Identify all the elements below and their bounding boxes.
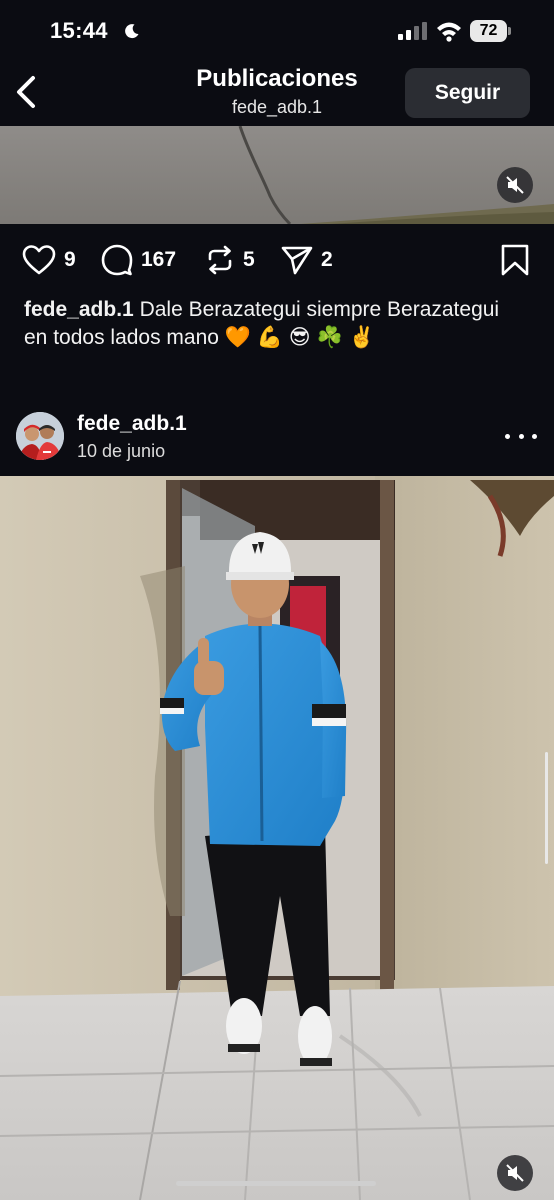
mute-toggle-button[interactable] <box>497 1155 533 1191</box>
post-date: 10 de junio <box>77 441 166 461</box>
more-options-button[interactable] <box>505 424 537 448</box>
status-time: 15:44 <box>50 18 108 43</box>
follow-button[interactable]: Seguir <box>405 68 530 118</box>
wifi-icon <box>437 22 461 42</box>
avatar[interactable] <box>16 412 64 460</box>
previous-post-media[interactable] <box>0 126 554 224</box>
cellular-signal-icon <box>398 22 427 40</box>
heart-icon <box>22 245 56 275</box>
post-actions: 9 167 5 2 <box>0 240 554 280</box>
mute-toggle-button[interactable] <box>497 167 533 203</box>
speaker-muted-icon <box>506 1164 524 1182</box>
post-photo <box>0 476 554 1200</box>
post-caption: fede_adb.1 Dale Berazategui siempre Bera… <box>24 296 524 352</box>
scroll-indicator[interactable] <box>545 752 548 864</box>
more-options-icon <box>505 433 510 439</box>
home-indicator[interactable] <box>176 1181 376 1186</box>
speaker-muted-icon <box>506 176 524 194</box>
post-username[interactable]: fede_adb.1 <box>77 412 187 436</box>
caption-username[interactable]: fede_adb.1 <box>24 298 134 321</box>
comment-icon <box>101 244 133 276</box>
battery-icon: 72 <box>470 20 512 42</box>
bookmark-icon <box>501 244 529 276</box>
status-bar: 15:44 72 <box>0 0 554 62</box>
post-header: fede_adb.1 10 de junio <box>0 406 554 470</box>
share-count: 2 <box>321 248 333 271</box>
post-media[interactable] <box>0 476 554 1200</box>
comment-count: 167 <box>141 248 177 271</box>
like-count: 9 <box>64 248 76 271</box>
battery-level: 72 <box>479 22 498 39</box>
repost-button[interactable]: 5 <box>205 240 255 280</box>
like-button[interactable]: 9 <box>22 240 76 280</box>
avatar-image <box>16 412 64 460</box>
comment-button[interactable]: 167 <box>101 240 176 280</box>
repost-count: 5 <box>243 248 255 271</box>
moon-icon <box>125 24 139 39</box>
repost-icon <box>208 245 232 275</box>
previous-post-image <box>0 126 554 224</box>
nav-header: Publicaciones fede_adb.1 Seguir <box>0 62 554 126</box>
share-button[interactable]: 2 <box>281 240 333 280</box>
save-button[interactable] <box>500 240 530 280</box>
send-icon <box>281 246 313 275</box>
